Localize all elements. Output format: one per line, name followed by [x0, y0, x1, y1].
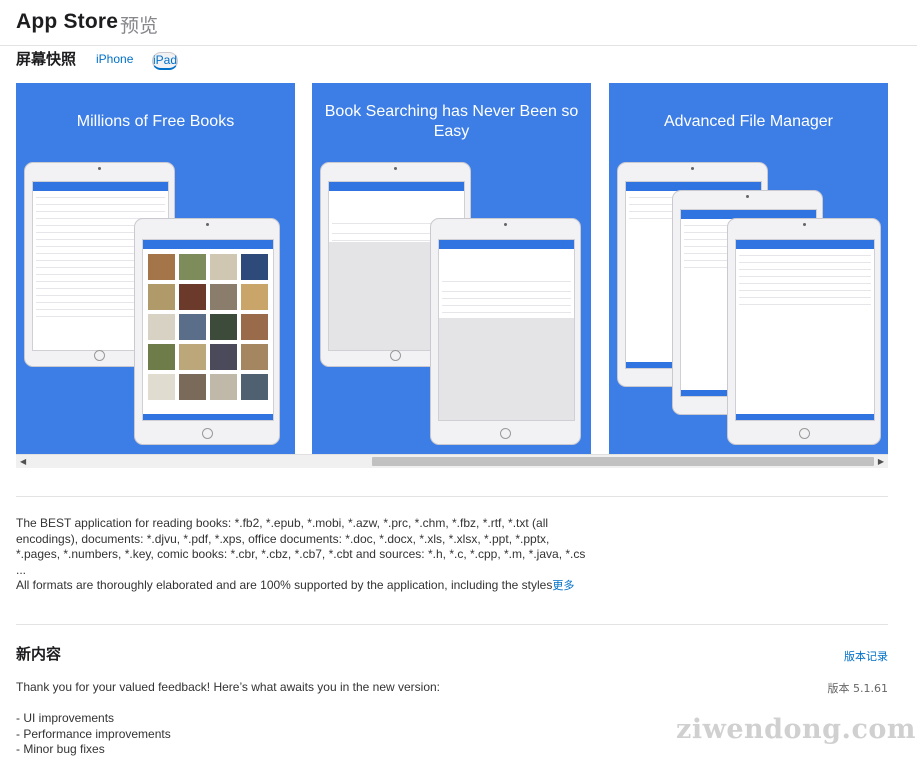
watermark: ziwendong.com	[676, 714, 916, 745]
gallery-scrollbar[interactable]: ◀ ▶	[16, 454, 888, 468]
scrollbar-thumb[interactable]	[372, 457, 874, 466]
version-history-link[interactable]: 版本记录	[844, 648, 888, 664]
page-title: App Store	[16, 10, 119, 33]
screenshot-caption: Book Searching has Never Been so Easy	[324, 103, 579, 140]
release-notes-intro: Thank you for your valued feedback! Here…	[16, 680, 441, 694]
page-header: App Store 预览	[0, 0, 917, 46]
tab-iphone[interactable]: iPhone	[96, 52, 133, 66]
scroll-right-icon[interactable]: ▶	[878, 456, 884, 468]
scroll-left-icon[interactable]: ◀	[20, 456, 26, 468]
divider	[16, 624, 888, 625]
release-notes-list: - UI improvements - Performance improvem…	[16, 711, 171, 758]
ipad-mockup	[727, 218, 881, 445]
description-line: All formats are thoroughly elaborated an…	[16, 578, 553, 592]
description-line: *.pages, *.numbers, *.key, comic books: …	[16, 547, 586, 561]
ipad-mockup	[430, 218, 581, 445]
screenshot-2[interactable]: Book Searching has Never Been so Easy	[312, 83, 591, 454]
screenshots-header: 屏幕快照 iPhone iPad	[16, 48, 896, 72]
release-note-item: - Performance improvements	[16, 726, 171, 741]
whats-new-title: 新内容	[16, 645, 62, 663]
description-line: The BEST application for reading books: …	[16, 516, 549, 530]
version-number: 版本 5.1.61	[827, 682, 888, 695]
description-line-last: All formats are thoroughly elaborated an…	[16, 578, 888, 594]
screenshot-caption: Millions of Free Books	[76, 113, 235, 130]
screenshot-1[interactable]: Millions of Free Books	[16, 83, 295, 454]
page-subtitle: 预览	[120, 15, 159, 37]
description-line: ...	[16, 562, 27, 577]
screenshot-3[interactable]: Advanced File Manager	[609, 83, 888, 454]
description-line: encodings), documents: *.djvu, *.pdf, *.…	[16, 531, 550, 546]
more-link[interactable]: 更多	[552, 579, 574, 592]
release-note-item: - Minor bug fixes	[16, 742, 105, 756]
tab-ipad[interactable]: iPad	[152, 52, 179, 70]
screenshot-gallery[interactable]: Millions of Free Books Book Searching ha…	[16, 83, 888, 454]
screenshot-caption: Advanced File Manager	[664, 113, 833, 130]
screenshots-title: 屏幕快照	[16, 50, 77, 68]
app-description: The BEST application for reading books: …	[16, 516, 888, 594]
divider	[16, 496, 888, 497]
ipad-mockup	[134, 218, 280, 445]
release-note-item: - UI improvements	[16, 711, 115, 725]
